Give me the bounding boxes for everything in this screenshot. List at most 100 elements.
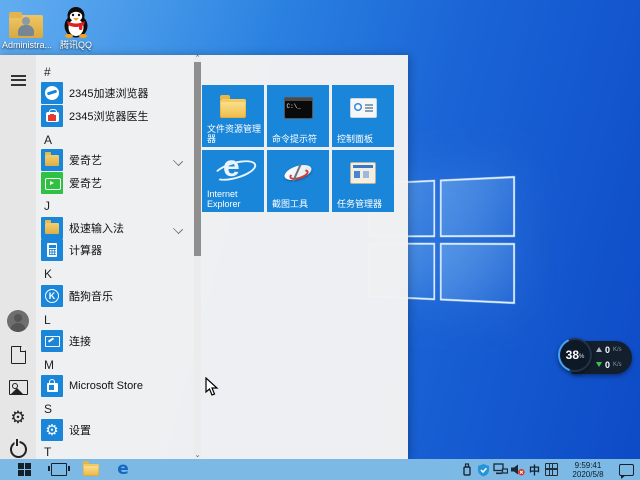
windows-desktop: Administra... 腾讯QQ 38% 0 K/s 0 K/s ⚙ # 2…: [0, 0, 640, 480]
chevron-down-icon[interactable]: [172, 223, 184, 235]
tile-control-panel[interactable]: 控制面板: [332, 85, 394, 147]
windows-logo-pane: [439, 176, 515, 238]
app-item-iqiyi[interactable]: 爱奇艺: [36, 171, 192, 195]
hamburger-icon: [10, 74, 26, 86]
taskbar: e 中 9:59:41 2020/5/8: [0, 459, 640, 480]
user-account-button[interactable]: [0, 304, 36, 338]
upload-speed-row: 0 K/s: [596, 342, 622, 357]
app-label: Microsoft Store: [69, 380, 143, 392]
usage-ring[interactable]: 38%: [558, 338, 592, 372]
windows-start-icon: [17, 463, 31, 476]
network-speed-widget[interactable]: 38% 0 K/s 0 K/s: [558, 338, 634, 375]
app-label: 连接: [69, 336, 91, 348]
section-label: K: [44, 267, 53, 281]
section-header-a[interactable]: A: [36, 131, 192, 149]
tile-label: 命令提示符: [272, 134, 318, 144]
task-view-button[interactable]: [44, 459, 74, 480]
scrollbar-thumb[interactable]: [194, 62, 201, 256]
section-header-s[interactable]: S: [36, 400, 192, 418]
network-tray-button[interactable]: [492, 459, 509, 480]
section-header-m[interactable]: M: [36, 356, 192, 374]
clock-date: 2020/5/8: [572, 469, 604, 479]
command-prompt-icon: C:\_: [267, 91, 329, 125]
tile-snipping-tool[interactable]: 截图工具: [267, 150, 329, 212]
ime-mode-button[interactable]: [543, 459, 560, 480]
volume-muted-tray-button[interactable]: [509, 459, 526, 480]
tile-label: Internet Explorer: [207, 189, 241, 209]
tile-task-manager[interactable]: 任务管理器: [332, 150, 394, 212]
taskbar-clock[interactable]: 9:59:41 2020/5/8: [560, 461, 616, 479]
desktop-icon-qq[interactable]: 腾讯QQ: [52, 6, 100, 50]
shield-check-icon: [478, 463, 489, 476]
documents-button[interactable]: [0, 338, 36, 372]
speaker-muted-icon: [511, 464, 525, 476]
microsoft-store-icon: [41, 375, 63, 397]
app-list-scrollbar[interactable]: ⌃ ⌄: [194, 55, 201, 459]
app-item-connect[interactable]: 连接: [36, 329, 192, 353]
usb-device-tray-button[interactable]: [458, 459, 475, 480]
pictures-button[interactable]: [0, 370, 36, 404]
start-button[interactable]: [8, 459, 40, 480]
action-center-button[interactable]: [616, 459, 640, 480]
desktop-icon-label: Administra...: [2, 40, 53, 50]
ime-language-button[interactable]: 中: [526, 459, 543, 480]
task-manager-icon: [332, 156, 394, 190]
percent-sign: %: [579, 354, 585, 360]
settings-button[interactable]: ⚙: [0, 401, 36, 435]
ethernet-icon: [493, 463, 508, 475]
tile-file-explorer[interactable]: 文件资源管理器: [202, 85, 264, 147]
clock-time: 9:59:41: [574, 460, 602, 470]
user-folder-icon: [2, 6, 50, 38]
section-label: T: [44, 445, 52, 459]
document-icon: [10, 346, 26, 364]
system-tray: 中 9:59:41 2020/5/8: [458, 459, 640, 480]
desktop-icon-user-folder[interactable]: Administra...: [2, 6, 53, 50]
download-value: 0: [605, 359, 611, 370]
browser-doctor-icon: [41, 105, 63, 127]
section-label: #: [44, 65, 51, 79]
tile-command-prompt[interactable]: C:\_ 命令提示符: [267, 85, 329, 147]
scroll-down-arrow[interactable]: ⌄: [194, 452, 201, 459]
pictures-icon: [8, 379, 28, 395]
tile-label: 截图工具: [272, 199, 309, 209]
app-item-2345-browser[interactable]: 2345加速浏览器: [36, 81, 192, 105]
section-header-l[interactable]: L: [36, 311, 192, 329]
app-item-microsoft-store[interactable]: Microsoft Store: [36, 374, 192, 398]
app-label: 设置: [69, 425, 91, 437]
security-shield-tray-button[interactable]: [475, 459, 492, 480]
gear-icon: ⚙: [10, 407, 26, 428]
notification-bubble-icon: [619, 463, 634, 479]
app-group-jisu-ime[interactable]: 极速输入法: [36, 216, 192, 240]
power-icon: [9, 438, 27, 458]
start-menu-rail: ⚙: [0, 55, 36, 459]
app-group-iqiyi[interactable]: 爱奇艺: [36, 148, 192, 172]
kugou-music-icon: K: [41, 285, 63, 307]
section-header-hash[interactable]: #: [36, 63, 192, 81]
download-arrow-icon: [596, 362, 602, 367]
section-header-k[interactable]: K: [36, 265, 192, 283]
app-item-calculator[interactable]: 计算器: [36, 238, 192, 262]
download-speed-row: 0 K/s: [596, 357, 622, 372]
tile-internet-explorer[interactable]: e Internet Explorer: [202, 150, 264, 212]
expand-menu-button[interactable]: [0, 63, 36, 97]
section-label: M: [44, 358, 54, 372]
scroll-up-arrow[interactable]: ⌃: [194, 55, 201, 62]
desktop-icon-label: 腾讯QQ: [59, 40, 92, 50]
section-label: L: [44, 313, 51, 327]
app-item-kugou[interactable]: K 酷狗音乐: [36, 284, 192, 308]
chevron-down-icon[interactable]: [172, 155, 184, 167]
file-explorer-taskbar-button[interactable]: [76, 459, 106, 480]
app-item-2345-doctor[interactable]: 2345浏览器医生: [36, 104, 192, 128]
folder-group-icon: [41, 217, 63, 239]
qq-penguin-icon: [52, 6, 100, 38]
browser-taskbar-button[interactable]: e: [108, 459, 138, 480]
section-label: S: [44, 402, 53, 416]
upload-value: 0: [605, 344, 611, 355]
mouse-cursor: [205, 376, 219, 402]
app-item-settings[interactable]: ⚙ 设置: [36, 418, 192, 442]
windows-logo-pane: [439, 242, 515, 304]
app-label: 爱奇艺: [69, 178, 102, 190]
upload-arrow-icon: [596, 347, 602, 352]
section-header-j[interactable]: J: [36, 197, 192, 215]
calculator-icon: [41, 239, 63, 261]
